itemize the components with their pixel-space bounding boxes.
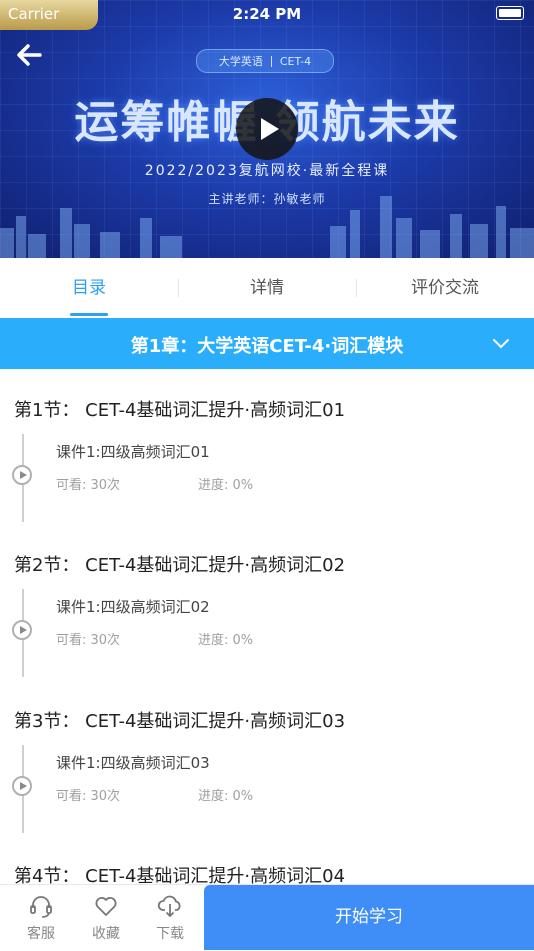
section-item: 第3节： CET-4基础词汇提升·高频词汇03 课件1:四级高频词汇03 可看:… bbox=[0, 707, 534, 862]
play-circle-icon[interactable] bbox=[12, 465, 32, 485]
back-arrow-icon[interactable] bbox=[14, 40, 44, 70]
heart-icon bbox=[95, 897, 117, 916]
tab-divider bbox=[178, 279, 179, 297]
banner-teacher: 主讲老师：孙敏老师 bbox=[208, 192, 326, 206]
section-item: 第1节： CET-4基础词汇提升·高频词汇01 课件1:四级高频词汇01 可看:… bbox=[0, 396, 534, 551]
lesson-title[interactable]: 课件1:四级高频词汇03 bbox=[56, 752, 210, 773]
lesson-progress: 进度: 0% bbox=[198, 478, 254, 493]
tab-reviews[interactable]: 评价交流 bbox=[356, 258, 534, 318]
headset-icon bbox=[30, 896, 52, 918]
favorite-button[interactable]: 收藏 bbox=[81, 893, 131, 943]
chapter-title: 第1章：大学英语CET-4·词汇模块 bbox=[130, 336, 404, 357]
section-title: 第4节： CET-4基础词汇提升·高频词汇04 bbox=[14, 866, 346, 884]
customer-service-button[interactable]: 客服 bbox=[16, 893, 66, 943]
course-video-banner[interactable]: 大学英语 CET-4 运筹帷幄 领航未来 2022/2023复航网校·最新全程课… bbox=[0, 0, 534, 258]
lesson-title[interactable]: 课件1:四级高频词汇01 bbox=[56, 441, 210, 462]
tab-divider bbox=[356, 279, 357, 297]
play-circle-icon[interactable] bbox=[12, 620, 32, 640]
tag-subject: 大学英语 bbox=[218, 55, 263, 68]
lesson-title[interactable]: 课件1:四级高频词汇02 bbox=[56, 596, 210, 617]
start-learning-button[interactable]: 开始学习 bbox=[204, 885, 534, 950]
tab-details[interactable]: 详情 bbox=[178, 258, 356, 318]
download-label: 下载 bbox=[156, 926, 184, 942]
chapter-header[interactable]: 第1章：大学英语CET-4·词汇模块 bbox=[0, 318, 534, 369]
status-bar: Carrier 2:24 PM bbox=[0, 0, 534, 30]
tag-level: CET-4 bbox=[279, 54, 312, 68]
download-button[interactable]: 下载 bbox=[145, 893, 195, 943]
lesson-progress: 进度: 0% bbox=[198, 789, 254, 804]
section-title: 第3节： CET-4基础词汇提升·高频词汇03 bbox=[14, 711, 346, 732]
battery-icon bbox=[496, 6, 524, 20]
play-circle-icon[interactable] bbox=[12, 776, 32, 796]
customer-service-label: 客服 bbox=[27, 926, 55, 942]
section-title: 第2节： CET-4基础词汇提升·高频词汇02 bbox=[14, 555, 346, 576]
lesson-progress: 进度: 0% bbox=[198, 633, 254, 648]
tab-catalog[interactable]: 目录 bbox=[0, 258, 178, 318]
lesson-views: 可看: 30次 bbox=[56, 789, 121, 804]
lesson-views: 可看: 30次 bbox=[56, 478, 121, 493]
play-video-button[interactable] bbox=[236, 98, 298, 160]
course-category-tag: 大学英语 CET-4 bbox=[196, 49, 334, 73]
favorite-label: 收藏 bbox=[92, 926, 120, 942]
status-time: 2:24 PM bbox=[232, 5, 302, 23]
section-title: 第1节： CET-4基础词汇提升·高频词汇01 bbox=[14, 400, 346, 421]
cloud-download-icon bbox=[157, 895, 181, 918]
lesson-views: 可看: 30次 bbox=[56, 633, 121, 648]
chevron-down-icon bbox=[493, 339, 509, 349]
section-item: 第4节： CET-4基础词汇提升·高频词汇04 bbox=[0, 862, 534, 884]
play-icon bbox=[261, 118, 279, 140]
banner-subtitle: 2022/2023复航网校·最新全程课 bbox=[144, 163, 390, 179]
content-tabs: 目录 详情 评价交流 bbox=[0, 258, 534, 318]
section-item: 第2节： CET-4基础词汇提升·高频词汇02 课件1:四级高频词汇02 可看:… bbox=[0, 551, 534, 706]
